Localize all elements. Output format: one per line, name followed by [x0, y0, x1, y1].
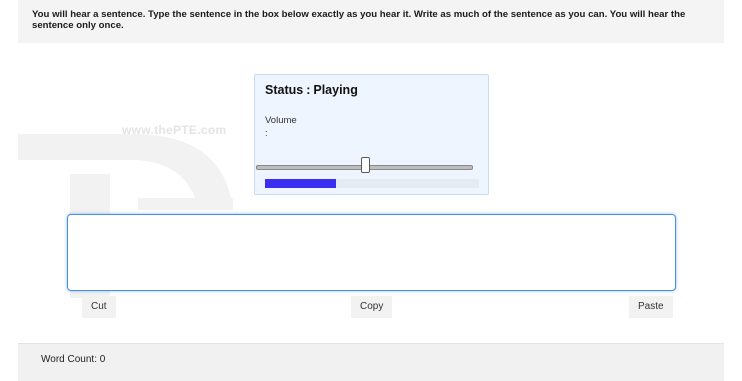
volume-label: Volume	[265, 115, 297, 126]
volume-colon: :	[265, 128, 268, 139]
cut-button[interactable]: Cut	[82, 296, 116, 318]
playback-progress-fill	[265, 179, 336, 188]
word-count: Word Count: 0	[41, 354, 106, 365]
playback-status: Status: Playing	[265, 83, 358, 97]
status-value: Playing	[313, 83, 358, 97]
volume-slider-thumb[interactable]	[360, 157, 370, 173]
audio-player: Status: Playing Volume :	[254, 74, 489, 195]
word-count-label: Word Count	[41, 354, 95, 365]
status-label: Status	[265, 83, 304, 97]
answer-textarea[interactable]	[67, 214, 676, 291]
instructions-banner: You will hear a sentence. Type the sente…	[18, 0, 724, 43]
footer-bar: Word Count: 0	[18, 343, 724, 381]
word-count-value: 0	[99, 354, 106, 365]
playback-progress-bar	[265, 179, 479, 188]
copy-button[interactable]: Copy	[351, 296, 393, 318]
watermark-text: www.thePTE.com	[122, 123, 227, 137]
paste-button[interactable]: Paste	[629, 296, 673, 318]
instructions-text: You will hear a sentence. Type the sente…	[32, 9, 686, 31]
